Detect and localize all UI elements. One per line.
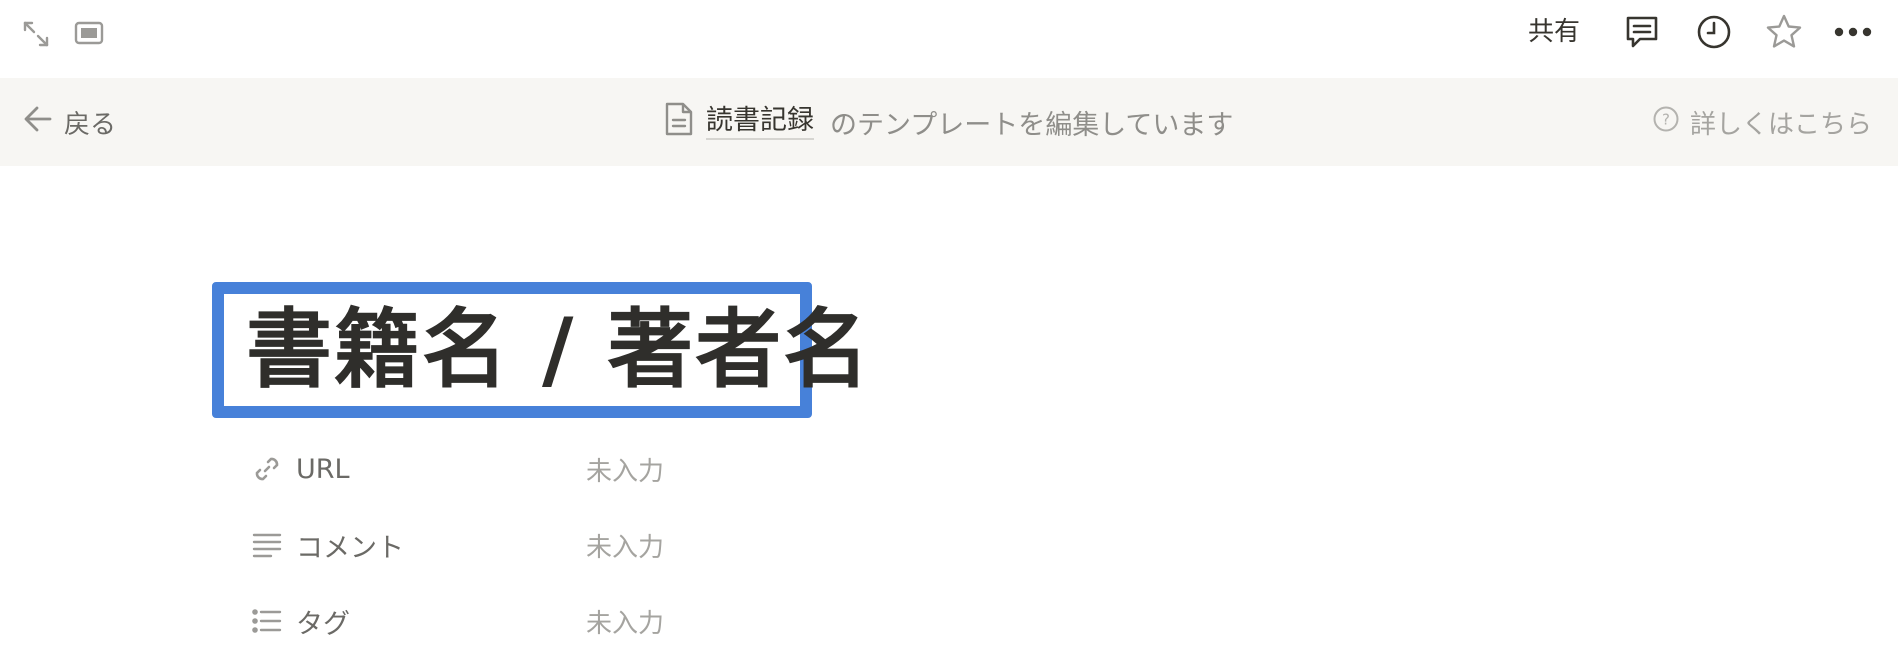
document-icon bbox=[664, 101, 694, 144]
link-icon bbox=[250, 452, 284, 486]
property-row-url[interactable]: URL 未入力 bbox=[250, 444, 850, 494]
editing-message: のテンプレートを編集しています bbox=[830, 109, 1234, 141]
property-name: URL bbox=[296, 453, 350, 485]
arrow-left-icon bbox=[22, 103, 54, 142]
clock-icon[interactable] bbox=[1694, 12, 1734, 52]
help-icon: ? bbox=[1652, 105, 1680, 140]
top-toolbar: 共有 bbox=[0, 0, 1898, 78]
property-name: コメント bbox=[296, 532, 404, 564]
property-row-comment[interactable]: コメント 未入力 bbox=[250, 520, 850, 570]
text-icon bbox=[250, 528, 284, 562]
star-icon[interactable] bbox=[1764, 12, 1804, 52]
property-value-empty[interactable]: 未入力 bbox=[586, 451, 664, 488]
property-value-empty[interactable]: 未入力 bbox=[586, 603, 664, 640]
learn-more-label: 詳しくはこちら bbox=[1689, 109, 1872, 140]
expand-icon[interactable] bbox=[18, 16, 54, 52]
page-title-highlight: 書籍名 / 著者名 bbox=[212, 282, 869, 418]
peek-mode-icon[interactable] bbox=[72, 16, 106, 50]
comment-icon[interactable] bbox=[1622, 12, 1662, 52]
property-name: タグ bbox=[296, 608, 350, 640]
back-label: 戻る bbox=[64, 109, 117, 140]
property-row-tags[interactable]: タグ 未入力 bbox=[250, 596, 850, 646]
property-value-empty[interactable]: 未入力 bbox=[586, 527, 664, 564]
share-button[interactable]: 共有 bbox=[1528, 14, 1580, 50]
learn-more-link[interactable]: ? 詳しくはこちら bbox=[1652, 100, 1872, 144]
template-edit-banner: 戻る 読書記録 のテンプレートを編集しています ? 詳しくはこちら bbox=[0, 78, 1898, 166]
more-icon[interactable] bbox=[1832, 14, 1874, 50]
page-title[interactable]: 書籍名 / 著者名 bbox=[246, 307, 871, 393]
template-edit-message: 読書記録 のテンプレートを編集しています bbox=[664, 100, 1233, 144]
list-icon bbox=[250, 604, 284, 638]
template-database-link[interactable]: 読書記録 bbox=[706, 104, 814, 140]
back-button[interactable]: 戻る bbox=[22, 100, 116, 144]
svg-text:?: ? bbox=[1662, 110, 1670, 128]
